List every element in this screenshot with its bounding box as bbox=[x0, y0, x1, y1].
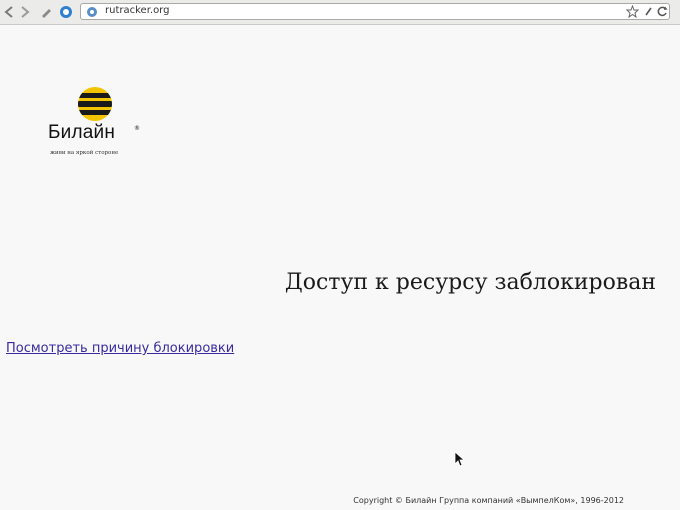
logo-trademark: ® bbox=[134, 125, 140, 132]
block-reason-link[interactable]: Посмотреть причину блокировки bbox=[6, 341, 234, 356]
logo-tagline: живи на яркой стороне bbox=[50, 150, 119, 156]
page-title: Доступ к ресурсу заблокирован bbox=[284, 270, 656, 295]
address-bar[interactable]: rutracker.org bbox=[80, 3, 670, 20]
address-text[interactable]: rutracker.org bbox=[105, 5, 169, 16]
logo-name: Билайн bbox=[48, 122, 116, 143]
refresh-icon[interactable] bbox=[656, 5, 669, 18]
forward-icon[interactable] bbox=[16, 4, 32, 20]
reload-icon[interactable] bbox=[58, 4, 74, 20]
edit-icon[interactable] bbox=[38, 4, 54, 20]
browser-toolbar: rutracker.org bbox=[0, 0, 680, 25]
beeline-ball-icon bbox=[78, 87, 112, 121]
clear-icon[interactable] bbox=[642, 5, 655, 18]
copyright-footer: Copyright © Билайн Группа компаний «Вымп… bbox=[353, 496, 624, 505]
beeline-logo: Билайн ® живи на яркой стороне bbox=[44, 86, 148, 166]
globe-icon bbox=[87, 7, 97, 17]
mouse-cursor-icon bbox=[454, 451, 464, 467]
bookmark-star-icon[interactable] bbox=[626, 5, 639, 18]
